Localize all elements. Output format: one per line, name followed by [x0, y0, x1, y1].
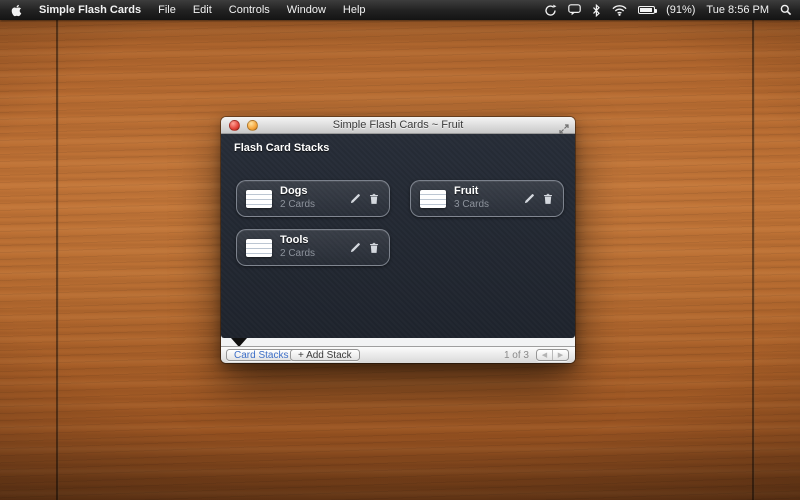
index-card-icon	[246, 239, 272, 257]
pencil-icon	[524, 193, 535, 204]
stack-count: 3 Cards	[454, 199, 489, 212]
stack-count: 2 Cards	[280, 248, 315, 261]
section-title: Flash Card Stacks	[234, 142, 329, 154]
wood-plank-seam	[56, 20, 59, 500]
battery-menu-extra[interactable]	[638, 0, 655, 20]
wifi-icon	[612, 4, 627, 16]
stack-card-fruit[interactable]: Fruit 3 Cards	[410, 180, 564, 217]
edit-stack-button[interactable]	[523, 192, 536, 205]
stack-card-dogs[interactable]: Dogs 2 Cards	[236, 180, 390, 217]
stack-name: Tools	[280, 234, 315, 248]
app-menu-title[interactable]: Simple Flash Cards	[39, 4, 141, 16]
edit-stack-button[interactable]	[349, 241, 362, 254]
page-nav-control: ◀ ▶	[536, 349, 569, 361]
stack-actions	[349, 192, 380, 205]
bottom-toolbar: Card Stacks + Add Stack 1 of 3 ◀ ▶	[221, 346, 575, 363]
stack-name: Fruit	[454, 185, 489, 199]
stack-name: Dogs	[280, 185, 315, 199]
next-page-button[interactable]: ▶	[552, 350, 568, 360]
battery-icon	[638, 6, 655, 14]
stack-count: 2 Cards	[280, 199, 315, 212]
index-card-icon	[420, 190, 446, 208]
window-title: Simple Flash Cards ~ Fruit	[221, 119, 575, 131]
spotlight-icon	[780, 4, 792, 16]
menu-controls[interactable]: Controls	[229, 4, 270, 16]
stack-actions	[349, 241, 380, 254]
fullscreen-button[interactable]	[559, 121, 569, 131]
menu-bar: Simple Flash Cards File Edit Controls Wi…	[0, 0, 800, 20]
screen: Simple Flash Cards File Edit Controls Wi…	[0, 0, 800, 500]
menu-window[interactable]: Window	[287, 4, 326, 16]
fullscreen-icon	[559, 124, 569, 134]
chat-icon	[568, 4, 581, 16]
menu-file[interactable]: File	[158, 4, 176, 16]
trash-icon	[369, 193, 379, 205]
delete-stack-button[interactable]	[541, 192, 554, 205]
app-window: Simple Flash Cards ~ Fruit Flash Card St…	[221, 117, 575, 363]
add-stack-button[interactable]: + Add Stack	[290, 349, 360, 361]
window-title-bar[interactable]: Simple Flash Cards ~ Fruit	[221, 117, 575, 134]
wood-plank-seam	[752, 20, 755, 500]
page-indicator: 1 of 3	[504, 350, 529, 361]
menu-edit[interactable]: Edit	[193, 4, 212, 16]
stack-actions	[523, 192, 554, 205]
pencil-icon	[350, 242, 361, 253]
menu-bar-clock[interactable]: Tue 8:56 PM	[706, 4, 769, 16]
pencil-icon	[350, 193, 361, 204]
sync-icon	[544, 4, 557, 17]
trash-icon	[543, 193, 553, 205]
prev-page-button[interactable]: ◀	[537, 350, 552, 360]
bluetooth-icon	[592, 4, 601, 17]
wifi-menu-extra[interactable]	[612, 0, 627, 20]
spotlight-menu-extra[interactable]	[780, 0, 792, 20]
menu-help[interactable]: Help	[343, 4, 366, 16]
bluetooth-menu-extra[interactable]	[592, 0, 601, 20]
delete-stack-button[interactable]	[367, 241, 380, 254]
apple-icon	[11, 4, 22, 17]
edit-stack-button[interactable]	[349, 192, 362, 205]
index-card-icon	[246, 190, 272, 208]
stacks-panel: Flash Card Stacks Dogs 2 Cards	[221, 134, 575, 338]
chat-menu-extra[interactable]	[568, 0, 581, 20]
delete-stack-button[interactable]	[367, 192, 380, 205]
stack-card-tools[interactable]: Tools 2 Cards	[236, 229, 390, 266]
apple-menu[interactable]	[11, 0, 22, 20]
card-stacks-button[interactable]: Card Stacks	[226, 349, 296, 361]
trash-icon	[369, 242, 379, 254]
sync-menu-extra[interactable]	[544, 0, 557, 20]
battery-percent: (91%)	[666, 4, 695, 16]
